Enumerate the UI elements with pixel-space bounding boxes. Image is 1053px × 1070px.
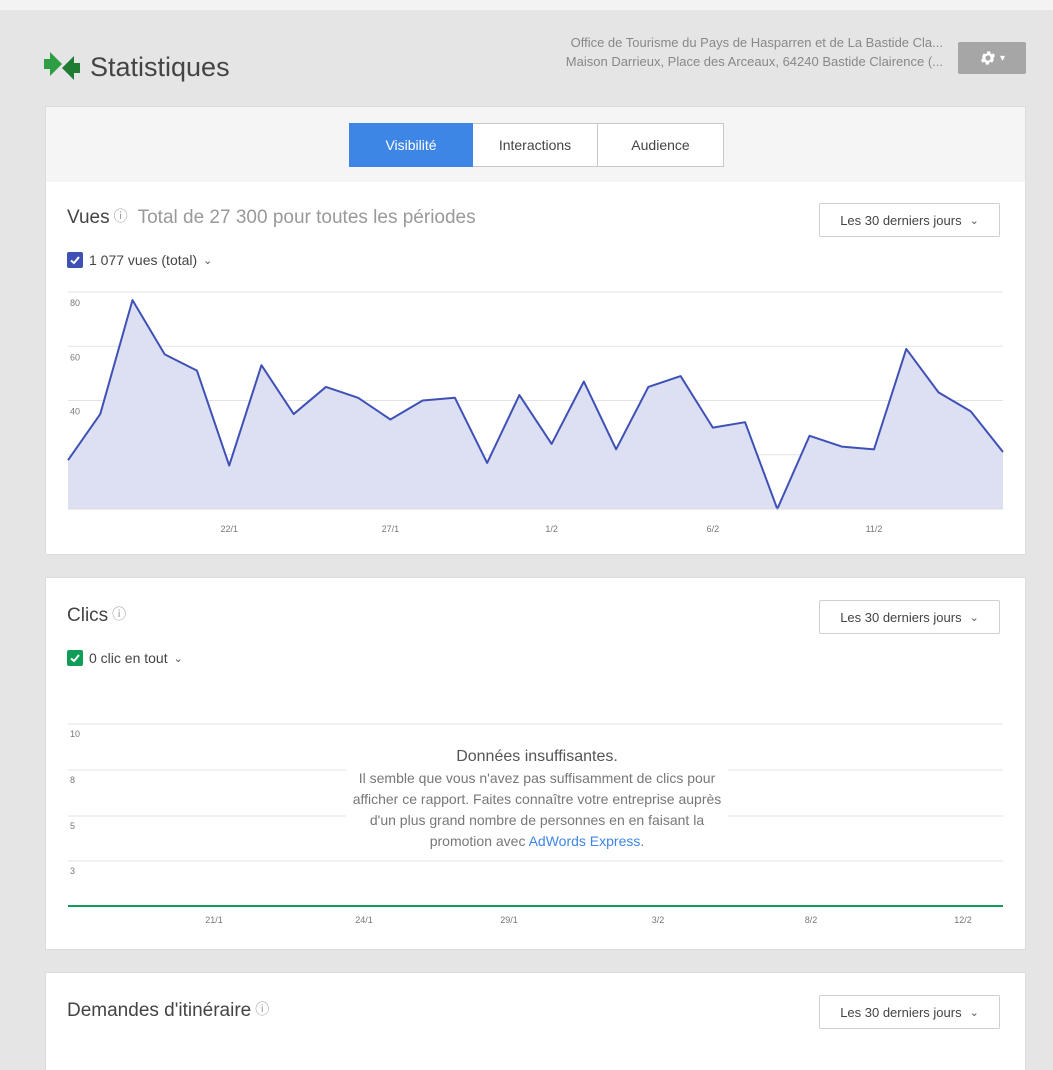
no-data-end: . [640,833,645,849]
chevron-down-icon: ⌄ [969,1006,979,1019]
x-tick-label: 3/2 [652,915,665,925]
views-legend[interactable]: 1 077 vues (total) ⌄ [67,252,212,268]
x-tick-label: 11/2 [866,524,883,534]
adwords-express-link[interactable]: AdWords Express [529,833,641,849]
directions-title-label: Demandes d'itinéraire [67,1000,252,1021]
x-tick-label: 29/1 [500,915,518,925]
info-icon[interactable]: ⓘ [112,606,126,622]
checkbox-icon[interactable] [67,252,83,268]
settings-button[interactable]: ▾ [958,42,1026,74]
gear-icon [980,51,996,65]
views-card: Vues ⓘ Total de 27 300 pour toutes les pér… [45,182,1026,555]
x-tick-label: 6/2 [707,524,720,534]
business-address: Maison Darrieux, Place des Arceaux, 6424… [565,54,943,69]
clicks-card: Clics ⓘ Les 30 derniers jours ⌄ 0 clic en … [45,577,1026,950]
clicks-legend[interactable]: 0 clic en tout ⌄ [67,650,183,666]
x-tick-label: 8/2 [805,915,818,925]
chevron-down-icon: ⌄ [969,611,979,624]
directions-card: Demandes d'itinéraire ⓘ Les 30 derniers j… [45,972,1026,1070]
views-chart: 2040608022/127/11/26/211/2 [67,291,1004,534]
chevron-down-icon: ▾ [999,52,1006,64]
top-strip [0,0,1053,10]
page-title: Statistiques [90,52,230,82]
y-tick-label: 8 [70,775,75,785]
y-tick-label: 40 [70,407,80,417]
chevron-down-icon: ⌄ [969,214,979,227]
business-info: Office de Tourisme du Pays de Hasparren … [566,33,943,71]
clicks-legend-label: 0 clic en tout [89,650,168,666]
views-title: Vues ⓘ Total de 27 300 pour toutes les pér… [67,206,476,229]
x-tick-label: 12/2 [954,915,972,925]
views-period-dropdown[interactable]: Les 30 derniers jours ⌄ [819,203,1000,237]
checkbox-icon[interactable] [67,650,83,666]
info-icon[interactable]: ⓘ [114,208,128,224]
x-tick-label: 1/2 [545,524,558,534]
tab-audience[interactable]: Audience [598,123,724,167]
header: Statistiques Office de Tourisme du Pays … [0,10,1053,105]
no-data-message: Données insuffisantes. Il semble que vou… [346,746,728,852]
views-total: Total de 27 300 pour toutes les périodes [137,207,476,228]
info-icon[interactable]: ⓘ [255,1001,269,1017]
chevron-down-icon: ⌄ [173,652,183,665]
tab-group: Visibilité Interactions Audience [349,123,724,167]
y-tick-label: 3 [70,866,75,876]
y-tick-label: 10 [70,729,80,739]
views-legend-label: 1 077 vues (total) [89,252,198,268]
clicks-title-label: Clics [67,605,109,626]
x-tick-label: 22/1 [220,524,238,534]
x-tick-label: 21/1 [205,915,223,925]
y-tick-label: 60 [70,352,80,362]
clicks-title: Clics ⓘ [67,604,126,627]
y-tick-label: 5 [70,821,75,831]
directions-period-dropdown[interactable]: Les 30 derniers jours ⌄ [819,995,1000,1029]
x-tick-label: 27/1 [382,524,400,534]
directions-title: Demandes d'itinéraire ⓘ [67,999,269,1022]
directions-period-label: Les 30 derniers jours [840,1004,962,1020]
tab-visibilite[interactable]: Visibilité [349,123,473,167]
x-tick-label: 24/1 [355,915,373,925]
chevron-down-icon: ⌄ [203,254,213,267]
business-name: Office de Tourisme du Pays de Hasparren … [570,35,943,50]
views-title-label: Vues [67,207,110,228]
tab-interactions[interactable]: Interactions [473,123,598,167]
tabs-bar: Visibilité Interactions Audience [45,106,1026,182]
views-period-label: Les 30 derniers jours [840,212,962,228]
y-tick-label: 80 [70,298,80,308]
green-arrows-logo-icon [44,52,80,80]
no-data-title: Données insuffisantes. [456,748,618,765]
clicks-period-label: Les 30 derniers jours [840,609,962,625]
clicks-period-dropdown[interactable]: Les 30 derniers jours ⌄ [819,600,1000,634]
